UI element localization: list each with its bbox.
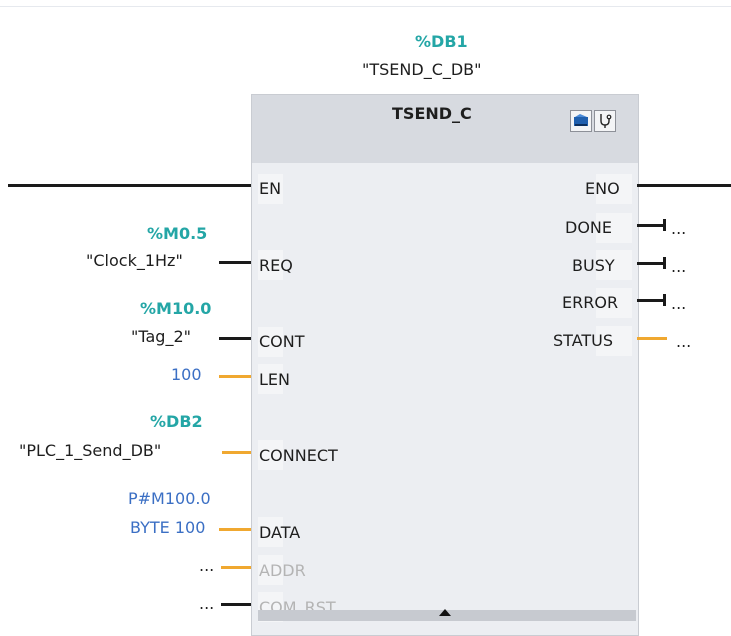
open-block-icon[interactable] xyxy=(570,110,592,132)
done-wire-end xyxy=(663,219,666,231)
req-wire[interactable] xyxy=(219,261,251,264)
busy-wire-end xyxy=(663,257,666,269)
pin-done[interactable]: DONE xyxy=(565,218,612,238)
data-pointer[interactable]: P#M100.0 xyxy=(128,489,211,509)
pin-error[interactable]: ERROR xyxy=(562,293,618,313)
com-rst-wire[interactable] xyxy=(221,603,251,606)
addr-value[interactable]: ... xyxy=(199,556,214,576)
instance-db-name[interactable]: "TSEND_C_DB" xyxy=(362,60,482,80)
len-wire[interactable] xyxy=(219,375,251,378)
status-wire[interactable] xyxy=(637,337,667,340)
addr-wire[interactable] xyxy=(221,566,251,569)
eno-power-wire[interactable] xyxy=(637,184,731,187)
expand-arrow-icon[interactable] xyxy=(439,609,451,616)
pin-addr[interactable]: ADDR xyxy=(259,561,306,581)
pin-len[interactable]: LEN xyxy=(259,370,290,390)
com-rst-value[interactable]: ... xyxy=(199,594,214,614)
len-value[interactable]: 100 xyxy=(171,365,202,385)
data-wire[interactable] xyxy=(219,528,251,531)
req-address[interactable]: %M0.5 xyxy=(147,224,207,244)
pin-eno[interactable]: ENO xyxy=(585,179,620,199)
block-type-name: TSEND_C xyxy=(392,104,472,123)
pin-cont[interactable]: CONT xyxy=(259,332,305,352)
pin-busy[interactable]: BUSY xyxy=(572,256,615,276)
pin-connect[interactable]: CONNECT xyxy=(259,446,338,466)
connect-wire[interactable] xyxy=(222,451,251,454)
done-wire[interactable] xyxy=(637,224,663,227)
cont-tag[interactable]: "Tag_2" xyxy=(131,327,191,347)
pin-status[interactable]: STATUS xyxy=(553,331,613,351)
busy-value[interactable]: ... xyxy=(671,257,686,277)
busy-wire[interactable] xyxy=(637,262,663,265)
cont-address[interactable]: %M10.0 xyxy=(140,299,211,319)
pin-en[interactable]: EN xyxy=(259,179,281,199)
cont-wire[interactable] xyxy=(219,337,251,340)
connect-address[interactable]: %DB2 xyxy=(150,412,203,432)
pin-req[interactable]: REQ xyxy=(259,256,293,276)
req-tag[interactable]: "Clock_1Hz" xyxy=(86,251,183,271)
status-value[interactable]: ... xyxy=(676,332,691,352)
connect-tag[interactable]: "PLC_1_Send_DB" xyxy=(19,441,161,461)
error-wire[interactable] xyxy=(637,299,663,302)
error-wire-end xyxy=(663,294,666,306)
done-value[interactable]: ... xyxy=(671,219,686,239)
data-length[interactable]: BYTE 100 xyxy=(130,518,205,538)
editor-top-border xyxy=(0,6,731,7)
error-value[interactable]: ... xyxy=(671,294,686,314)
instance-db-address[interactable]: %DB1 xyxy=(415,32,468,52)
en-power-wire[interactable] xyxy=(8,184,251,187)
pin-data[interactable]: DATA xyxy=(259,523,300,543)
function-block-body[interactable] xyxy=(251,94,639,636)
diagnostics-icon[interactable] xyxy=(594,110,616,132)
